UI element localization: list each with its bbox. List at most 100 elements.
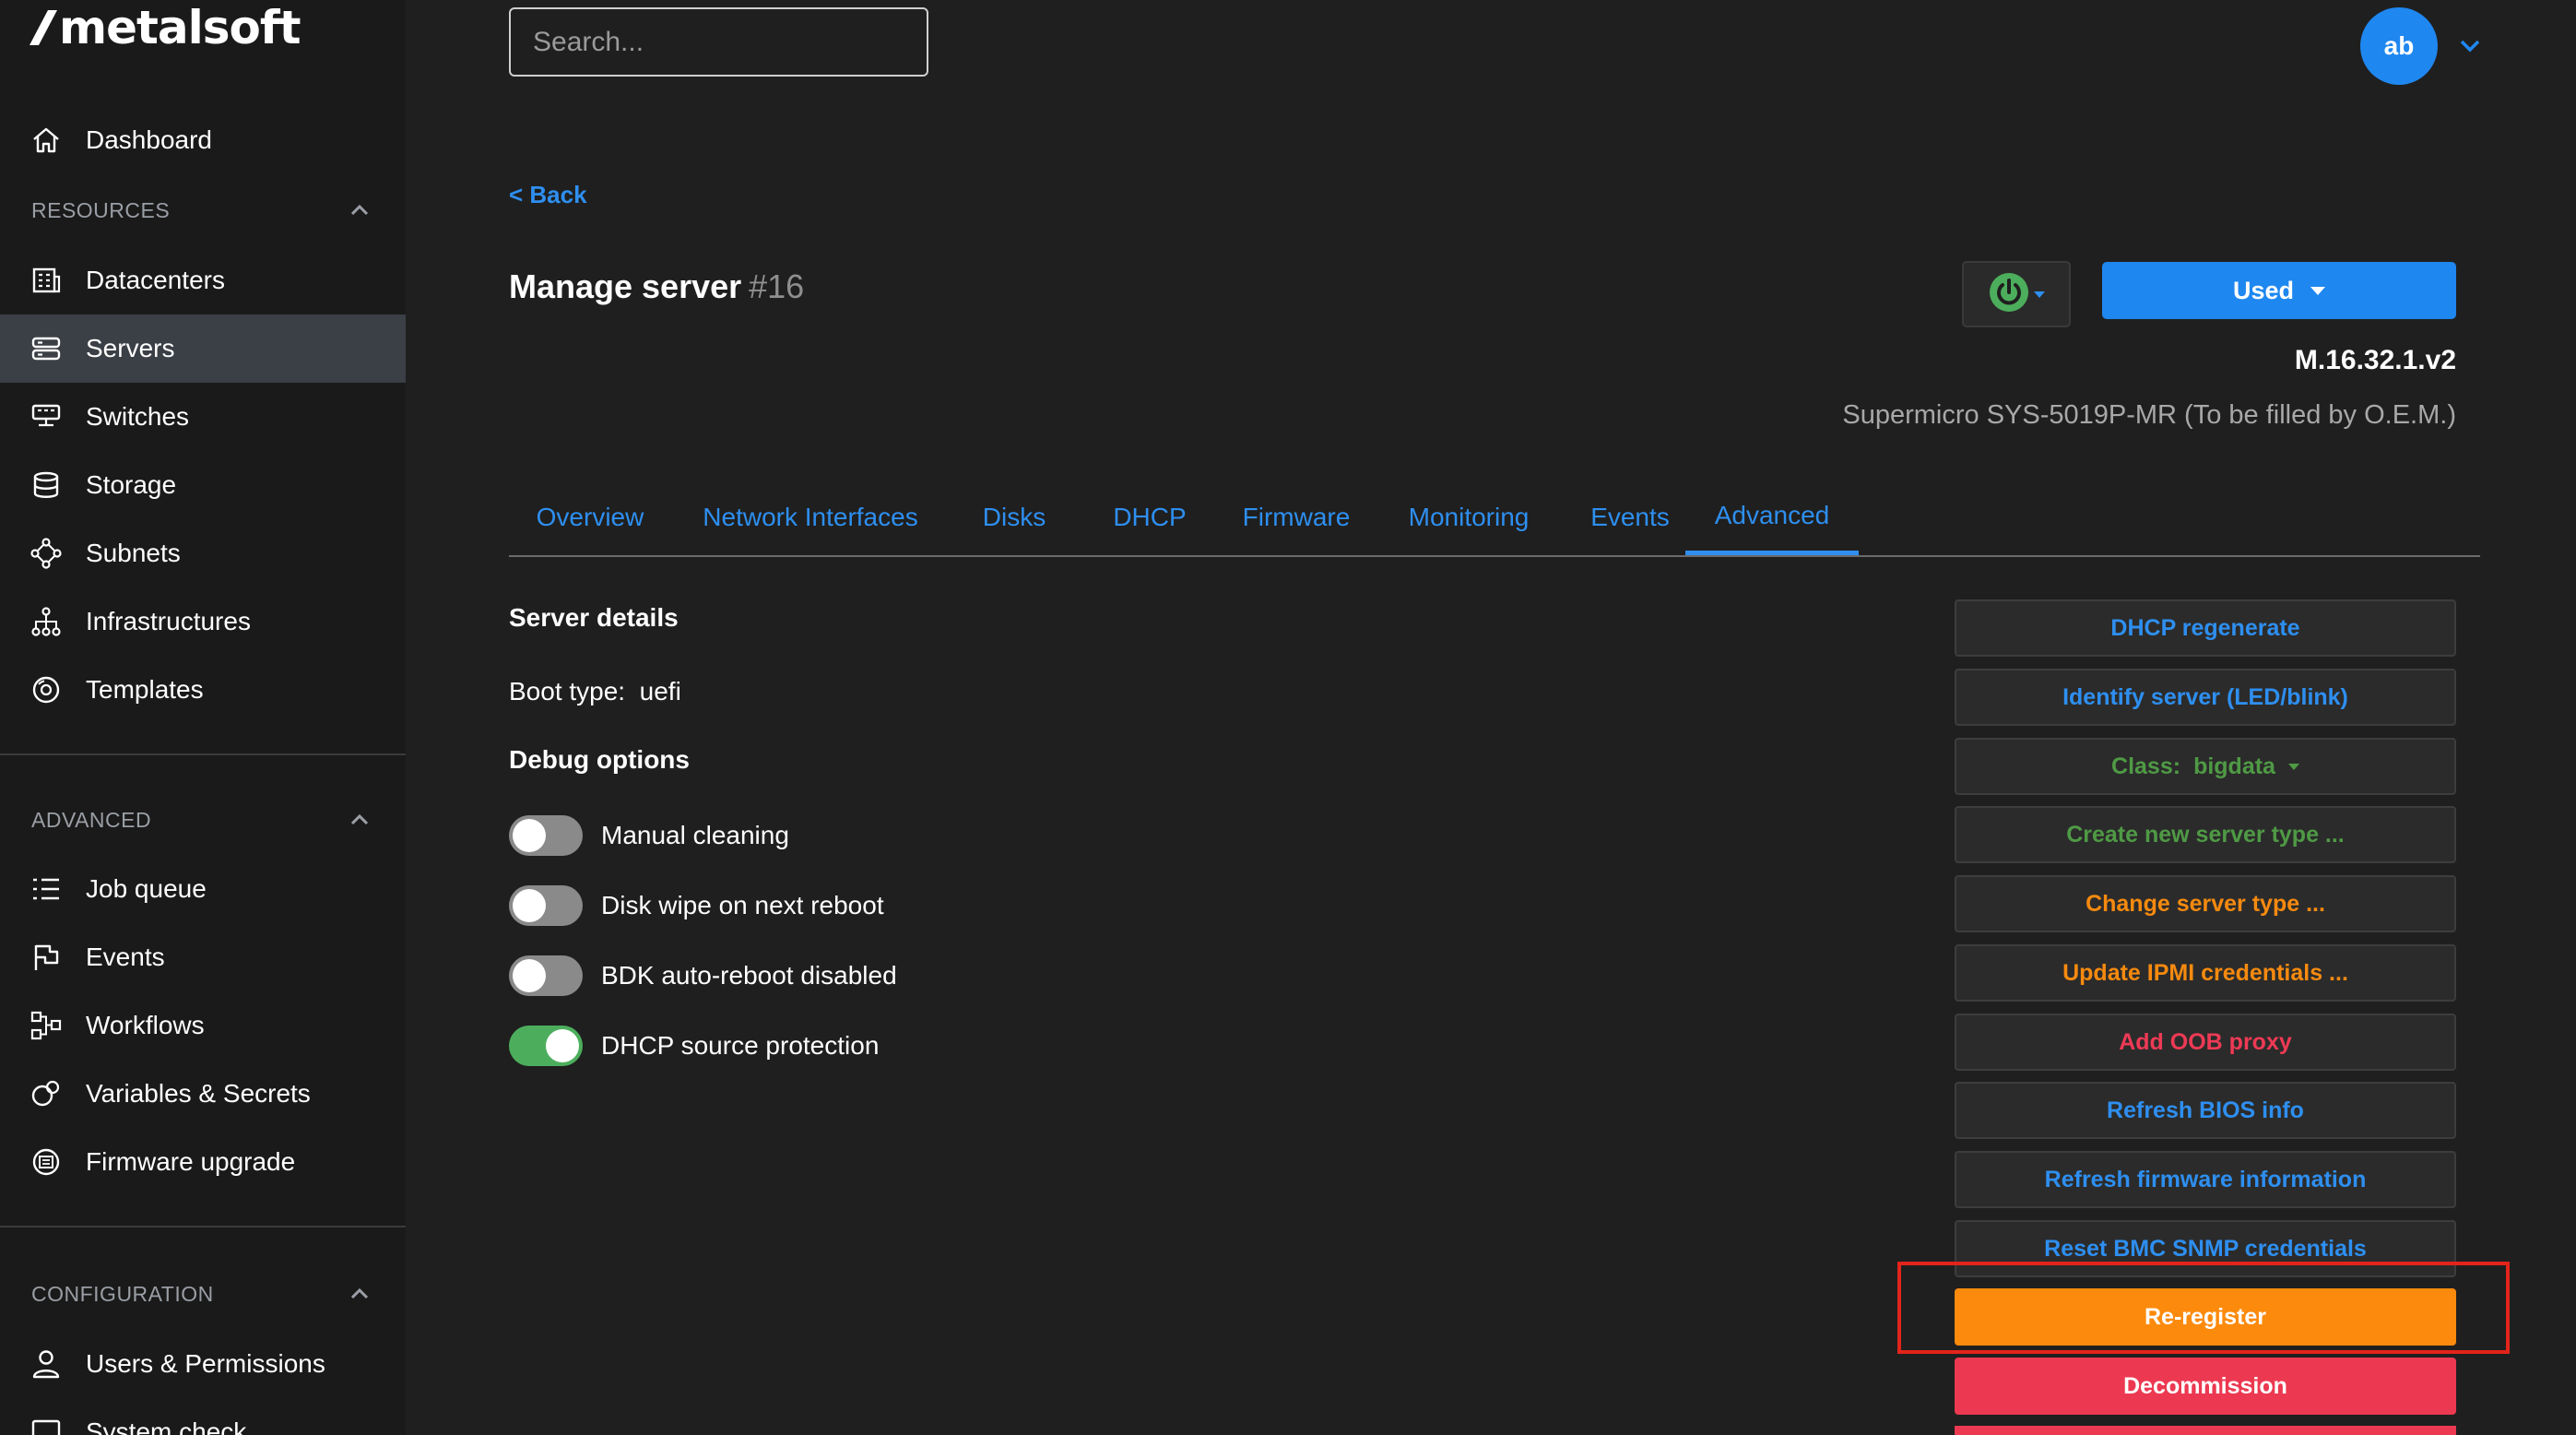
class-label: Class:	[2111, 753, 2181, 779]
sidebar-item-label: Variables & Secrets	[86, 1079, 311, 1108]
tab-firmware[interactable]: Firmware	[1223, 480, 1370, 555]
sidebar-item-switches[interactable]: Switches	[0, 383, 406, 451]
sidebar-item-label: Servers	[86, 334, 175, 362]
status-label: Used	[2232, 276, 2295, 304]
server-model: Supermicro SYS-5019P-MR (To be filled by…	[1842, 400, 2456, 430]
add-oob-proxy-button[interactable]: Add OOB proxy	[1955, 1014, 2456, 1071]
disc-icon	[30, 673, 63, 706]
switch-icon	[30, 400, 63, 433]
sidebar-item-label: Events	[86, 943, 165, 971]
tab-events[interactable]: Events	[1566, 480, 1695, 555]
toggle-knob	[513, 959, 546, 992]
change-server-type-button[interactable]: Change server type ...	[1955, 875, 2456, 932]
caret-down-icon	[2287, 763, 2299, 770]
sidebar-item-label: Job queue	[86, 874, 207, 903]
bdk-auto-reboot-toggle[interactable]	[509, 955, 583, 996]
sidebar-item-templates[interactable]: Templates	[0, 656, 406, 724]
server-id: #16	[749, 267, 805, 305]
section-resources[interactable]: RESOURCES	[0, 187, 406, 233]
sidebar-item-firmware-upgrade[interactable]: Firmware upgrade	[0, 1128, 406, 1196]
update-ipmi-credentials-button[interactable]: Update IPMI credentials ...	[1955, 944, 2456, 1002]
toggle-row-disk-wipe: Disk wipe on next reboot	[509, 884, 884, 928]
disk-wipe-toggle[interactable]	[509, 885, 583, 926]
dhcp-regenerate-button[interactable]: DHCP regenerate	[1955, 599, 2456, 657]
toggle-row-bdk-auto-reboot: BDK auto-reboot disabled	[509, 954, 897, 998]
section-configuration[interactable]: CONFIGURATION	[0, 1271, 406, 1317]
sidebar-item-system-check[interactable]: System check	[0, 1398, 406, 1435]
sidebar-item-label: Workflows	[86, 1011, 205, 1039]
sidebar-item-label: Datacenters	[86, 266, 225, 294]
section-title: CONFIGURATION	[31, 1281, 214, 1306]
tab-dhcp[interactable]: DHCP	[1090, 480, 1210, 555]
sidebar-item-label: System check	[86, 1417, 247, 1435]
server-code: M.16.32.1.v2	[2294, 345, 2456, 375]
refresh-bios-info-button[interactable]: Refresh BIOS info	[1955, 1082, 2456, 1139]
sidebar-item-storage[interactable]: Storage	[0, 451, 406, 519]
toggle-label: Disk wipe on next reboot	[601, 891, 884, 919]
hierarchy-icon	[30, 605, 63, 638]
refresh-firmware-button[interactable]: Refresh firmware information	[1955, 1151, 2456, 1208]
section-advanced[interactable]: ADVANCED	[0, 797, 406, 843]
search-input[interactable]	[509, 7, 928, 77]
boot-type-value: uefi	[639, 677, 681, 706]
sidebar-item-infrastructures[interactable]: Infrastructures	[0, 587, 406, 656]
dhcp-source-protection-toggle[interactable]	[509, 1026, 583, 1066]
sidebar-item-label: Dashboard	[86, 125, 212, 154]
decommission-button[interactable]: Decommission	[1955, 1358, 2456, 1415]
boot-type: Boot type: uefi	[509, 677, 681, 706]
server-details-heading: Server details	[509, 603, 679, 632]
create-server-type-button[interactable]: Create new server type ...	[1955, 806, 2456, 863]
sidebar-item-events[interactable]: Events	[0, 923, 406, 991]
database-icon	[30, 468, 63, 502]
chevron-up-icon	[347, 1281, 372, 1307]
caret-down-icon	[2310, 286, 2326, 295]
back-link[interactable]: < Back	[509, 181, 587, 209]
sidebar-item-dashboard[interactable]: Dashboard	[0, 106, 406, 174]
system-check-icon	[30, 1416, 63, 1435]
status-dropdown-button[interactable]: Used	[2102, 262, 2456, 319]
avatar[interactable]: ab	[2360, 7, 2438, 85]
sidebar-item-datacenters[interactable]: Datacenters	[0, 246, 406, 314]
power-icon	[1988, 271, 2030, 318]
sidebar-item-variables-secrets[interactable]: Variables & Secrets	[0, 1060, 406, 1128]
tab-advanced[interactable]: Advanced	[1685, 480, 1859, 555]
logo[interactable]: metalsoft	[30, 0, 301, 55]
debug-options-heading: Debug options	[509, 745, 690, 774]
building-icon	[30, 264, 63, 297]
sidebar-item-subnets[interactable]: Subnets	[0, 519, 406, 587]
tab-network-interfaces[interactable]: Network Interfaces	[686, 480, 935, 555]
class-dropdown-button[interactable]: Class: bigdata	[1955, 738, 2456, 795]
manual-cleaning-toggle[interactable]	[509, 815, 583, 856]
firmware-icon	[30, 1145, 63, 1179]
toggle-label: BDK auto-reboot disabled	[601, 961, 897, 990]
sidebar-item-label: Storage	[86, 470, 177, 499]
power-dropdown-button[interactable]	[1962, 261, 2071, 327]
user-icon	[30, 1347, 63, 1381]
page-title-text: Manage server	[509, 267, 742, 305]
tab-disks[interactable]: Disks	[950, 480, 1079, 555]
list-icon	[30, 872, 63, 906]
next-button-edge[interactable]	[1955, 1426, 2456, 1435]
sidebar-item-workflows[interactable]: Workflows	[0, 991, 406, 1060]
logo-text: metalsoft	[59, 1, 301, 54]
chevron-up-icon	[347, 197, 372, 223]
toggle-knob	[513, 819, 546, 852]
chevron-down-icon[interactable]	[2456, 33, 2484, 59]
tab-monitoring[interactable]: Monitoring	[1383, 480, 1554, 555]
sidebar-item-label: Firmware upgrade	[86, 1147, 296, 1176]
section-title: RESOURCES	[31, 197, 171, 222]
sidebar-item-users-permissions[interactable]: Users & Permissions	[0, 1330, 406, 1398]
variables-icon	[30, 1077, 63, 1110]
sidebar-item-servers[interactable]: Servers	[0, 314, 406, 383]
sidebar: metalsoft Dashboard RESOURCES Datacenter…	[0, 0, 406, 1435]
toggle-row-manual-cleaning: Manual cleaning	[509, 813, 789, 858]
section-title: ADVANCED	[31, 807, 152, 832]
tab-overview[interactable]: Overview	[509, 480, 671, 555]
boot-type-label: Boot type:	[509, 677, 626, 706]
sidebar-item-job-queue[interactable]: Job queue	[0, 855, 406, 923]
sidebar-divider	[0, 753, 406, 755]
identify-server-button[interactable]: Identify server (LED/blink)	[1955, 669, 2456, 726]
home-icon	[30, 124, 63, 157]
avatar-initials: ab	[2383, 31, 2415, 60]
toggle-label: DHCP source protection	[601, 1031, 880, 1060]
